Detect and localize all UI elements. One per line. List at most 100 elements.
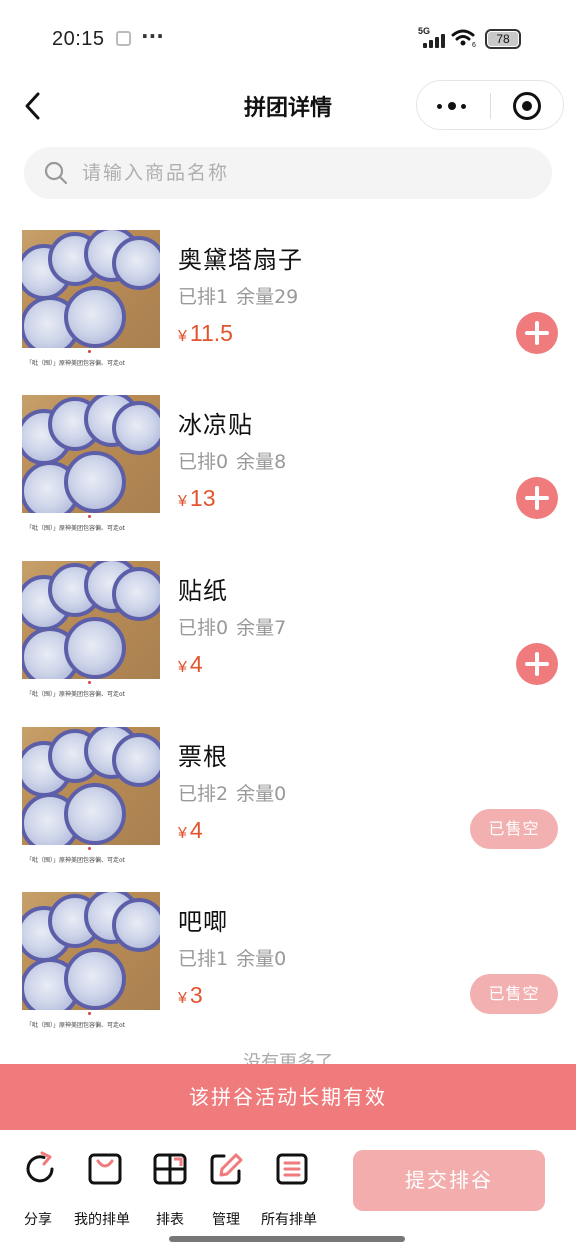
all-orders-label: 所有排单: [261, 1212, 317, 1228]
remaining-count: 余量7: [236, 617, 287, 639]
edit-icon: [210, 1153, 243, 1185]
ordered-count: 已排0: [178, 451, 229, 473]
product-name: 冰凉贴: [178, 411, 253, 439]
product-name: 票根: [178, 743, 228, 771]
more-icon[interactable]: [437, 100, 469, 112]
my-orders-label: 我的排单: [74, 1212, 130, 1228]
product-name: 贴纸: [178, 577, 228, 605]
manage-button[interactable]: 管理: [208, 1151, 248, 1231]
currency-symbol: ¥: [178, 493, 187, 510]
sheet-button[interactable]: 排表: [152, 1151, 192, 1231]
status-time: 20:15: [52, 28, 105, 50]
search-input[interactable]: [82, 147, 532, 199]
image-dot: [88, 350, 91, 353]
product-item[interactable]: 「吡（囤）」原神美团包容偏、可走ot 票根 已排2 余量0 ¥4 已售空: [0, 727, 576, 877]
currency-symbol: ¥: [178, 990, 187, 1007]
wifi-icon: 6: [451, 29, 476, 48]
price-value: 4: [189, 817, 203, 843]
product-price: ¥13: [178, 485, 216, 512]
close-miniprogram-icon[interactable]: [513, 92, 541, 120]
thumbnail-caption: 「吡（囤）」原神美团包容偏、可走ot: [26, 691, 126, 698]
product-item[interactable]: 「吡（囤）」原神美团包容偏、可走ot 冰凉贴 已排0 余量8 ¥13: [0, 395, 576, 545]
price-value: 13: [189, 485, 216, 511]
product-photo: [22, 395, 160, 513]
product-name: 吧唧: [178, 908, 228, 936]
thumbnail-caption: 「吡（囤）」原神美团包容偏、可走ot: [26, 525, 126, 532]
product-photo: [22, 727, 160, 845]
thumbnail-caption: 「吡（囤）」原神美团包容偏、可走ot: [26, 1022, 126, 1029]
product-stats: 已排1 余量29: [178, 282, 306, 309]
sold-out-badge: 已售空: [470, 974, 558, 1014]
status-bar: 20:15 ··· 5G 6 78: [0, 0, 576, 80]
product-stats: 已排1 余量0: [178, 944, 294, 971]
product-name: 奥黛塔扇子: [178, 246, 303, 274]
image-dot: [88, 515, 91, 518]
add-to-order-button[interactable]: [516, 312, 558, 354]
share-button[interactable]: 分享: [20, 1151, 60, 1231]
nav-bar: 拼团详情: [0, 80, 576, 132]
signal-icon: [423, 34, 447, 48]
app-notification-icon: [116, 31, 131, 46]
product-item[interactable]: 「吡（囤）」原神美团包容偏、可走ot 奥黛塔扇子 已排1 余量29 ¥11.5: [0, 230, 576, 380]
product-item[interactable]: 「吡（囤）」原神美团包容偏、可走ot 贴纸 已排0 余量7 ¥4: [0, 561, 576, 711]
battery-icon: 78: [485, 29, 521, 49]
product-price: ¥3: [178, 982, 203, 1009]
battery-level: 78: [488, 32, 518, 46]
manage-label: 管理: [212, 1212, 240, 1228]
image-dot: [88, 1012, 91, 1015]
shopping-bag-icon: [88, 1153, 122, 1185]
thumbnail-caption: 「吡（囤）」原神美团包容偏、可走ot: [26, 857, 126, 864]
share-icon: [26, 1151, 54, 1183]
remaining-count: 余量29: [236, 286, 299, 308]
miniprogram-capsule: [416, 80, 564, 130]
product-photo: [22, 561, 160, 679]
product-price: ¥4: [178, 817, 203, 844]
my-orders-button[interactable]: 我的排单: [74, 1151, 136, 1231]
remaining-count: 余量8: [236, 451, 287, 473]
product-thumbnail[interactable]: 「吡（囤）」原神美团包容偏、可走ot: [22, 892, 160, 1032]
search-bar: [24, 147, 552, 199]
currency-symbol: ¥: [178, 825, 187, 842]
remaining-count: 余量0: [236, 783, 287, 805]
home-indicator[interactable]: [169, 1236, 405, 1242]
image-dot: [88, 681, 91, 684]
thumbnail-caption: 「吡（囤）」原神美团包容偏、可走ot: [26, 360, 126, 367]
price-value: 3: [189, 982, 203, 1008]
all-orders-button[interactable]: 所有排单: [260, 1151, 324, 1231]
product-item[interactable]: 「吡（囤）」原神美团包容偏、可走ot 吧唧 已排1 余量0 ¥3 已售空: [0, 892, 576, 1042]
product-photo: [22, 892, 160, 1010]
product-stats: 已排2 余量0: [178, 779, 294, 806]
capsule-divider: [490, 93, 491, 119]
product-stats: 已排0 余量7: [178, 613, 294, 640]
product-thumbnail[interactable]: 「吡（囤）」原神美团包容偏、可走ot: [22, 727, 160, 867]
product-thumbnail[interactable]: 「吡（囤）」原神美团包容偏、可走ot: [22, 230, 160, 370]
share-label: 分享: [24, 1212, 52, 1228]
more-notifications-icon: ···: [141, 24, 164, 48]
sold-out-badge: 已售空: [470, 809, 558, 849]
product-thumbnail[interactable]: 「吡（囤）」原神美团包容偏、可走ot: [22, 395, 160, 535]
product-price: ¥4: [178, 651, 203, 678]
list-end-text: 没有更多了: [243, 1052, 333, 1064]
ordered-count: 已排2: [178, 783, 229, 805]
product-photo: [22, 230, 160, 348]
ordered-count: 已排0: [178, 617, 229, 639]
currency-symbol: ¥: [178, 659, 187, 676]
image-dot: [88, 847, 91, 850]
wifi-sub-label: 6: [472, 42, 476, 48]
ordered-count: 已排1: [178, 286, 229, 308]
validity-banner: 该拼谷活动长期有效: [0, 1064, 576, 1130]
bottom-toolbar: 分享 我的排单 排表 管理 所有排单 提交排谷: [0, 1131, 576, 1254]
product-price: ¥11.5: [178, 320, 233, 347]
submit-order-button[interactable]: 提交排谷: [353, 1150, 545, 1211]
product-stats: 已排0 余量8: [178, 447, 294, 474]
sheet-label: 排表: [156, 1212, 184, 1228]
ordered-count: 已排1: [178, 948, 229, 970]
add-to-order-button[interactable]: [516, 477, 558, 519]
product-thumbnail[interactable]: 「吡（囤）」原神美团包容偏、可走ot: [22, 561, 160, 701]
remaining-count: 余量0: [236, 948, 287, 970]
add-to-order-button[interactable]: [516, 643, 558, 685]
price-value: 4: [189, 651, 203, 677]
price-value: 11.5: [189, 320, 233, 346]
back-icon[interactable]: [20, 90, 46, 122]
currency-symbol: ¥: [178, 328, 187, 345]
